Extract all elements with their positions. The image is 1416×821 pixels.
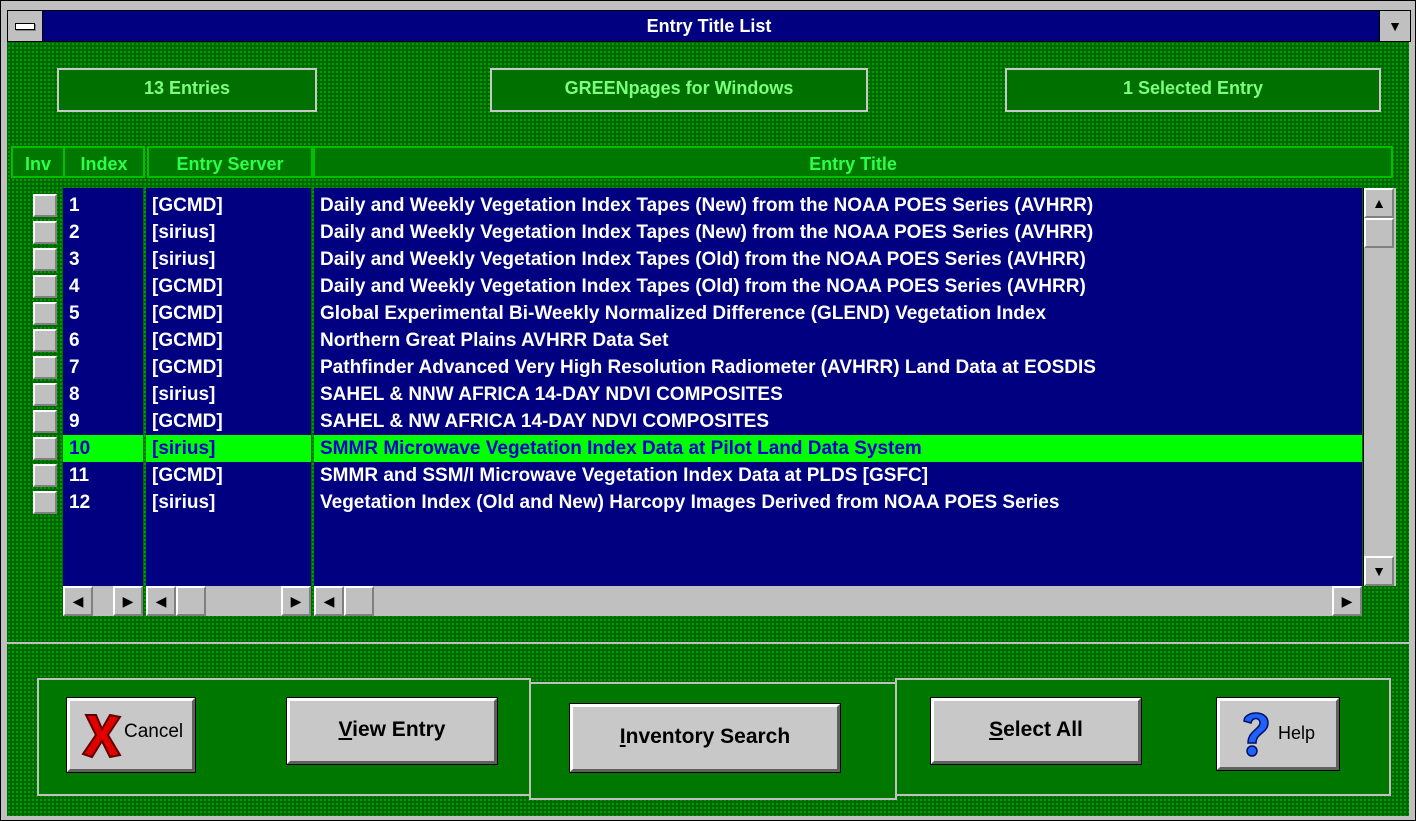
list-item-server[interactable]: [GCMD] <box>146 327 311 354</box>
scroll-thumb[interactable] <box>176 586 206 616</box>
inventory-search-button[interactable]: Inventory Search <box>569 703 841 773</box>
view-entry-label: iew Entry <box>352 718 446 741</box>
inventory-checkbox[interactable] <box>33 383 57 406</box>
view-entry-accelerator: V <box>338 718 353 741</box>
list-item-title[interactable]: Daily and Weekly Vegetation Index Tapes … <box>314 219 1362 246</box>
arrow-left-icon[interactable]: ◀ <box>146 586 176 616</box>
list-item-server[interactable]: [sirius] <box>146 381 311 408</box>
list-item-title[interactable]: Daily and Weekly Vegetation Index Tapes … <box>314 273 1362 300</box>
list-item-server[interactable]: [GCMD] <box>146 192 311 219</box>
inventory-checkbox[interactable] <box>33 302 57 325</box>
arrow-down-icon[interactable]: ▼ <box>1364 556 1394 586</box>
list-item-title[interactable]: Daily and Weekly Vegetation Index Tapes … <box>314 246 1362 273</box>
system-menu-button[interactable] <box>8 11 43 41</box>
cancel-button[interactable]: Cancel <box>66 697 196 773</box>
inventory-checkbox[interactable] <box>33 248 57 271</box>
list-item-index[interactable]: 4 <box>63 273 143 300</box>
inventory-checkbox[interactable] <box>33 464 57 487</box>
list-item-server[interactable]: [sirius] <box>146 219 311 246</box>
scroll-thumb[interactable] <box>1364 218 1394 248</box>
list-item-index[interactable]: 5 <box>63 300 143 327</box>
inventory-checkbox[interactable] <box>33 221 57 244</box>
arrow-right-icon[interactable]: ▶ <box>281 586 311 616</box>
arrow-right-icon[interactable]: ▶ <box>1332 586 1362 616</box>
list-item-title[interactable]: Global Experimental Bi-Weekly Normalized… <box>314 300 1362 327</box>
inventory-checkbox[interactable] <box>33 356 57 379</box>
list-item-title[interactable]: SAHEL & NNW AFRICA 14-DAY NDVI COMPOSITE… <box>314 381 1362 408</box>
vertical-scrollbar[interactable]: ▲ ▼ <box>1363 188 1396 586</box>
list-item-index[interactable]: 12 <box>63 489 143 516</box>
list-item-server[interactable]: [GCMD] <box>146 300 311 327</box>
index-column-list: 1 2 3 4 5 6 7 8 9 10 11 12 <box>63 188 143 586</box>
list-item-index[interactable]: 7 <box>63 354 143 381</box>
inventory-checkbox[interactable] <box>33 329 57 352</box>
list-item-server[interactable]: [sirius] <box>146 435 311 462</box>
entries-count-panel: 13 Entries <box>57 68 317 112</box>
red-x-icon <box>80 711 124 759</box>
entry-title-list-window: Entry Title List ▼ 13 Entries GREENpages… <box>0 0 1416 821</box>
inventory-checkbox[interactable] <box>33 437 57 460</box>
list-item-server[interactable]: [GCMD] <box>146 408 311 435</box>
list-item-title[interactable]: Pathfinder Advanced Very High Resolution… <box>314 354 1362 381</box>
list-item-index[interactable]: 8 <box>63 381 143 408</box>
list-item-index[interactable]: 10 <box>63 435 143 462</box>
scroll-thumb[interactable] <box>344 586 374 616</box>
select-all-label: elect All <box>1003 718 1083 741</box>
list-item-index[interactable]: 3 <box>63 246 143 273</box>
list-item-title[interactable]: Northern Great Plains AVHRR Data Set <box>314 327 1362 354</box>
list-item-title[interactable]: SMMR and SSM/I Microwave Vegetation Inde… <box>314 462 1362 489</box>
selected-count-panel: 1 Selected Entry <box>1005 68 1381 112</box>
server-column-list: [GCMD] [sirius] [sirius] [GCMD] [GCMD] [GCMD]… <box>146 188 311 586</box>
index-horizontal-scrollbar[interactable]: ◀ ▶ <box>63 586 143 616</box>
arrow-left-icon[interactable]: ◀ <box>63 586 93 616</box>
list-item-server[interactable]: [GCMD] <box>146 354 311 381</box>
select-all-accelerator: S <box>989 718 1004 741</box>
list-item-title[interactable]: SAHEL & NW AFRICA 14-DAY NDVI COMPOSITES <box>314 408 1362 435</box>
inventory-checkbox[interactable] <box>33 275 57 298</box>
inventory-checkbox[interactable] <box>33 410 57 433</box>
help-label: Help <box>1278 723 1316 743</box>
list-item-server[interactable]: [GCMD] <box>146 462 311 489</box>
help-button[interactable]: Help <box>1216 697 1340 771</box>
list-item-server[interactable]: [GCMD] <box>146 273 311 300</box>
client-area: 13 Entries GREENpages for Windows 1 Sele… <box>7 42 1409 816</box>
column-header-title[interactable]: Entry Title <box>313 146 1393 178</box>
window-title: Entry Title List <box>646 16 772 36</box>
column-header-server[interactable]: Entry Server <box>147 146 313 178</box>
inventory-checkbox[interactable] <box>33 194 57 217</box>
arrow-right-icon[interactable]: ▶ <box>113 586 143 616</box>
select-all-button[interactable]: Select All <box>930 697 1142 765</box>
list-item-index[interactable]: 9 <box>63 408 143 435</box>
system-menu-icon <box>15 23 35 30</box>
title-bar: Entry Title List ▼ <box>7 10 1411 42</box>
list-item-title[interactable]: SMMR Microwave Vegetation Index Data at … <box>314 435 1362 462</box>
cancel-label: Cancel <box>124 721 184 742</box>
inventory-search-label: nventory Search <box>625 725 791 748</box>
list-item-index[interactable]: 2 <box>63 219 143 246</box>
column-header-inv[interactable]: Inv <box>11 146 65 178</box>
list-item-index[interactable]: 1 <box>63 192 143 219</box>
arrow-left-icon[interactable]: ◀ <box>314 586 344 616</box>
app-name-panel: GREENpages for Windows <box>490 68 868 112</box>
list-item-title[interactable]: Daily and Weekly Vegetation Index Tapes … <box>314 192 1362 219</box>
view-entry-button[interactable]: View Entry <box>286 697 498 765</box>
list-item-index[interactable]: 11 <box>63 462 143 489</box>
column-header-index[interactable]: Index <box>63 146 145 178</box>
title-column-list: Daily and Weekly Vegetation Index Tapes … <box>314 188 1362 586</box>
list-item-server[interactable]: [sirius] <box>146 489 311 516</box>
title-horizontal-scrollbar[interactable]: ◀ ▶ <box>314 586 1362 616</box>
section-divider <box>7 642 1409 644</box>
list-item-title[interactable]: Vegetation Index (Old and New) Harcopy I… <box>314 489 1362 516</box>
inventory-checkbox[interactable] <box>33 491 57 514</box>
server-horizontal-scrollbar[interactable]: ◀ ▶ <box>146 586 311 616</box>
minimize-button[interactable]: ▼ <box>1379 11 1410 41</box>
arrow-up-icon[interactable]: ▲ <box>1364 188 1394 218</box>
list-item-server[interactable]: [sirius] <box>146 246 311 273</box>
list-item-index[interactable]: 6 <box>63 327 143 354</box>
question-mark-icon <box>1238 707 1272 759</box>
